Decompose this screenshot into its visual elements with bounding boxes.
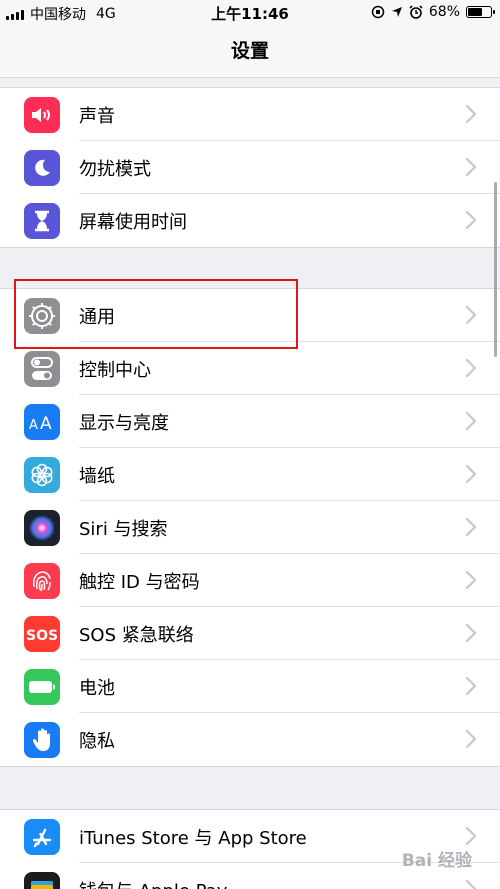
settings-row-label: 触控 ID 与密码 xyxy=(79,571,200,593)
orientation-lock-icon xyxy=(371,5,385,19)
settings-row-label: 控制中心 xyxy=(79,359,151,381)
settings-row[interactable]: 墙纸 xyxy=(0,448,500,501)
page-title: 设置 xyxy=(230,40,269,62)
status-bar: 中国移动 4G 上午11:46 68% xyxy=(0,0,500,26)
settings-row-label: 屏幕使用时间 xyxy=(79,211,187,233)
text-size-icon: AA xyxy=(24,404,60,440)
chevron-right-icon xyxy=(464,517,478,537)
wallet-icon xyxy=(24,872,60,889)
battery-icon xyxy=(466,6,495,18)
speaker-icon xyxy=(24,97,60,133)
chevron-right-icon xyxy=(464,464,478,484)
settings-row-label: 勿扰模式 xyxy=(79,158,151,180)
siri-icon xyxy=(24,510,60,546)
chevron-right-icon xyxy=(464,157,478,177)
chevron-right-icon xyxy=(464,676,478,696)
battery-percent: 68% xyxy=(428,4,460,20)
chevron-right-icon xyxy=(464,210,478,230)
chevron-right-icon xyxy=(464,623,478,643)
svg-text:A: A xyxy=(29,418,38,432)
chevron-right-icon xyxy=(464,305,478,325)
settings-row[interactable]: 屏幕使用时间 xyxy=(0,194,500,247)
moon-icon xyxy=(24,150,60,186)
settings-row[interactable]: 隐私 xyxy=(0,713,500,766)
settings-row-label: 墙纸 xyxy=(79,465,115,487)
settings-row[interactable]: A A 显示与亮度 xyxy=(0,395,500,448)
chevron-right-icon xyxy=(464,729,478,749)
settings-row-label: SOS 紧急联络 xyxy=(79,624,194,646)
settings-row[interactable]: SOS SOS 紧急联络 xyxy=(0,607,500,660)
settings-row[interactable]: 电池 xyxy=(0,660,500,713)
chevron-right-icon xyxy=(464,104,478,124)
flower-icon xyxy=(24,457,60,493)
status-right: 68% xyxy=(371,4,495,20)
fingerprint-icon xyxy=(24,563,60,599)
svg-text:A: A xyxy=(40,414,52,432)
navigation-bar: 设置 xyxy=(0,26,500,78)
chevron-right-icon xyxy=(464,358,478,378)
settings-row[interactable]: 声音 xyxy=(0,88,500,141)
scrollbar[interactable] xyxy=(494,182,497,357)
settings-row[interactable]: 控制中心 xyxy=(0,342,500,395)
settings-row-label: 钱包与 Apple Pay xyxy=(79,877,227,889)
settings-row-label: 隐私 xyxy=(79,730,115,752)
settings-row[interactable]: 触控 ID 与密码 xyxy=(0,554,500,607)
hourglass-icon xyxy=(24,203,60,239)
location-icon xyxy=(391,7,402,17)
highlight-box xyxy=(14,279,298,349)
chevron-right-icon xyxy=(464,411,478,431)
svg-text:SOS: SOS xyxy=(26,628,58,643)
toggles-icon xyxy=(24,351,60,387)
settings-row-label: iTunes Store 与 App Store xyxy=(79,827,307,849)
settings-row-label: 电池 xyxy=(79,677,115,699)
settings-group-sound: 声音勿扰模式屏幕使用时间 xyxy=(0,87,500,248)
chevron-right-icon xyxy=(464,826,478,846)
alarm-icon xyxy=(409,5,423,19)
sos-icon: SOS xyxy=(24,616,60,652)
settings-row-label: 显示与亮度 xyxy=(79,412,169,434)
app-store-icon xyxy=(24,819,60,855)
battery-icon xyxy=(24,669,60,705)
watermark: Bai 经验 xyxy=(401,851,472,871)
chevron-right-icon xyxy=(464,570,478,590)
settings-row[interactable]: Siri 与搜索 xyxy=(0,501,500,554)
settings-group-general: 通用 控制中心 A A 显示与亮度 墙纸 Siri 与搜索 触控 ID 与密码 SOS SOS 紧… xyxy=(0,288,500,767)
settings-row-label: 声音 xyxy=(79,105,115,127)
chevron-right-icon xyxy=(464,879,478,889)
settings-row-label: Siri 与搜索 xyxy=(79,518,168,540)
hand-icon xyxy=(24,722,60,758)
settings-row[interactable]: 勿扰模式 xyxy=(0,141,500,194)
